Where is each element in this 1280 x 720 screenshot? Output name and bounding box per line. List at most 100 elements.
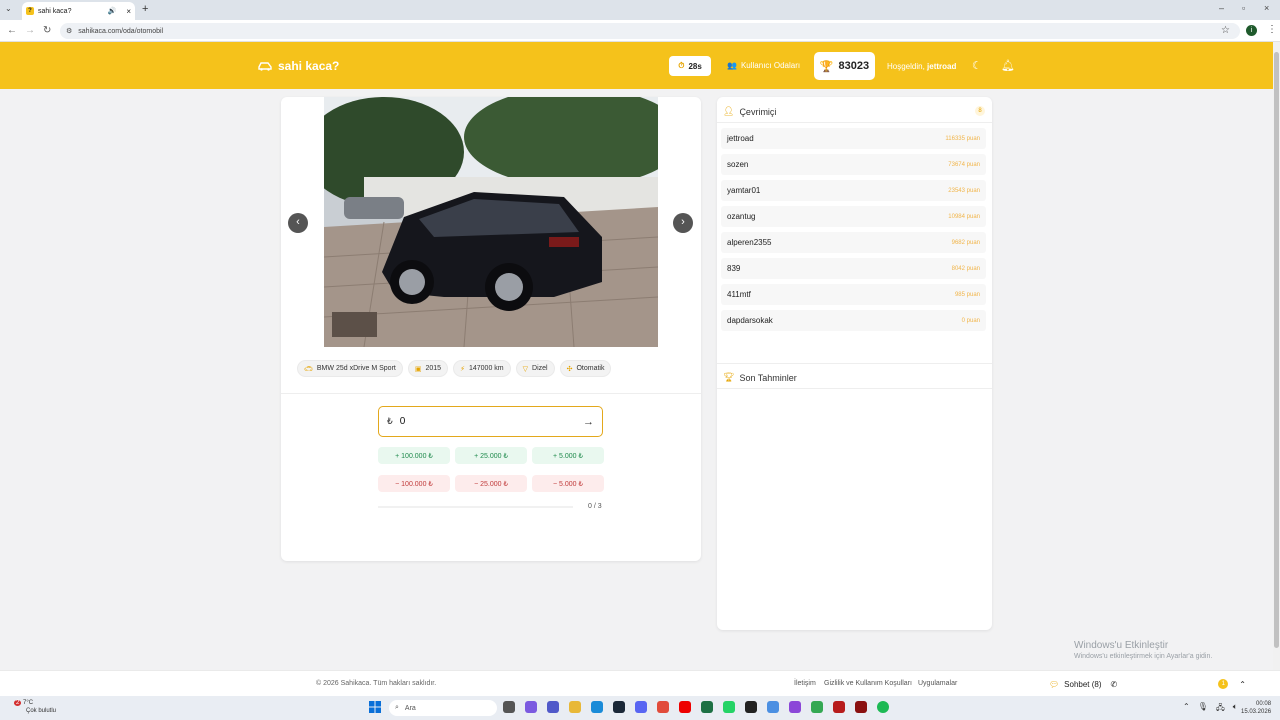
file-explorer-icon[interactable] bbox=[569, 701, 581, 713]
menu-icon[interactable]: ⋮ bbox=[1267, 24, 1277, 35]
list-item[interactable]: yamtar01 23543 puan bbox=[721, 180, 986, 201]
player-name: jettroad bbox=[727, 134, 754, 143]
weather-temp: 7°C bbox=[23, 700, 34, 706]
shield-icon[interactable] bbox=[855, 701, 867, 713]
list-item[interactable]: dapdarsokak 0 puan bbox=[721, 310, 986, 331]
username[interactable]: jettroad bbox=[927, 62, 956, 71]
microphone-icon[interactable]: 🎙︎ bbox=[1198, 702, 1208, 716]
game-card: ‹ › 🚗︎ BMW 25d xDrive M Sport ▣ 2015 ⚡︎ 147… bbox=[281, 97, 701, 561]
player-name: 839 bbox=[727, 264, 741, 273]
list-item[interactable]: sozen 73674 puan bbox=[721, 154, 986, 175]
page-scrollbar[interactable] bbox=[1273, 42, 1280, 670]
close-tab-icon[interactable]: × bbox=[126, 7, 131, 16]
clock-date: 15.03.2026 bbox=[1241, 709, 1272, 715]
search-icon: ⌕ bbox=[395, 704, 399, 711]
minimize-icon[interactable]: – bbox=[1219, 3, 1224, 13]
forward-icon[interactable]: → bbox=[25, 25, 35, 36]
dark-mode-icon[interactable]: ☾ bbox=[972, 59, 982, 72]
messenger-icon[interactable] bbox=[789, 701, 801, 713]
prev-photo-button[interactable]: ‹ bbox=[288, 213, 308, 233]
player-name: 411mtf bbox=[727, 290, 751, 299]
spotify-icon[interactable] bbox=[877, 701, 889, 713]
user-rooms-link[interactable]: 👥 Kullanıcı Odaları bbox=[727, 61, 800, 70]
subtract-5000-button[interactable]: − 5.000 ₺ bbox=[532, 475, 604, 492]
teams-icon[interactable] bbox=[547, 701, 559, 713]
add-25000-button[interactable]: + 25.000 ₺ bbox=[455, 447, 527, 464]
vpn-icon[interactable] bbox=[767, 701, 779, 713]
game-icon[interactable] bbox=[833, 701, 845, 713]
chrome-active-icon[interactable] bbox=[811, 701, 823, 713]
notification-bell-icon[interactable]: 🔔︎ bbox=[1001, 59, 1015, 72]
taskbar-clock[interactable]: 00:08 15.03.2026 bbox=[1241, 700, 1271, 716]
task-view-icon[interactable] bbox=[503, 701, 515, 713]
subtract-100000-button[interactable]: − 100.000 ₺ bbox=[378, 475, 450, 492]
recent-guesses-title: Son Tahminler bbox=[739, 372, 797, 383]
back-icon[interactable]: ← bbox=[7, 25, 17, 36]
new-tab-button[interactable]: + bbox=[142, 3, 148, 15]
trophy-icon: 🏆︎ bbox=[723, 372, 735, 382]
site-logo[interactable]: sahi kaca? bbox=[257, 59, 339, 73]
player-points: 0 puan bbox=[961, 317, 980, 324]
weather-desc: Çok bulutlu bbox=[26, 708, 57, 714]
volume-icon[interactable]: 🔈︎ bbox=[1233, 702, 1238, 716]
window-close-icon[interactable]: × bbox=[1264, 3, 1269, 13]
contact-link[interactable]: İletişim bbox=[794, 680, 816, 687]
browser-tab[interactable]: ? sahi kaca? 🔊 × bbox=[22, 2, 135, 20]
terminal-icon[interactable] bbox=[745, 701, 757, 713]
add-100000-button[interactable]: + 100.000 ₺ bbox=[378, 447, 450, 464]
edge-icon[interactable] bbox=[591, 701, 603, 713]
weather-widget[interactable]: 2 7°C Çok bulutlu bbox=[8, 699, 56, 715]
taskbar-search-label: Ara bbox=[404, 704, 416, 712]
youtube-icon[interactable] bbox=[679, 701, 691, 713]
list-item[interactable]: 839 8042 puan bbox=[721, 258, 986, 279]
site-info-icon[interactable]: ⚙ bbox=[66, 27, 72, 35]
gear-icon: ✣ bbox=[566, 365, 573, 373]
excel-icon[interactable] bbox=[701, 701, 713, 713]
decrease-buttons: − 100.000 ₺ − 25.000 ₺ − 5.000 ₺ bbox=[378, 475, 604, 492]
whatsapp-icon[interactable] bbox=[723, 701, 735, 713]
submit-arrow-icon[interactable]: → bbox=[583, 416, 594, 428]
player-name: alperen2355 bbox=[727, 238, 772, 247]
taskbar-search[interactable]: ⌕ Ara bbox=[389, 700, 497, 716]
increase-buttons: + 100.000 ₺ + 25.000 ₺ + 5.000 ₺ bbox=[378, 447, 604, 464]
list-item[interactable]: 411mtf 985 puan bbox=[721, 284, 986, 305]
steam-icon[interactable] bbox=[613, 701, 625, 713]
windows-taskbar: 2 7°C Çok bulutlu ⌕ Ara ⌃ 🎙︎ 🖧︎ 🔈︎ 00:08… bbox=[0, 696, 1280, 720]
divider bbox=[717, 388, 992, 389]
chevron-up-icon[interactable]: ⌃ bbox=[1239, 680, 1246, 689]
profile-avatar[interactable]: i bbox=[1246, 25, 1257, 36]
chrome-icon[interactable] bbox=[657, 701, 669, 713]
tray-overflow-icon[interactable]: ⌃ bbox=[1183, 702, 1190, 716]
list-item[interactable]: alperen2355 9682 puan bbox=[721, 232, 986, 253]
tab-search-icon[interactable]: ⌄ bbox=[5, 4, 12, 13]
player-points: 23543 puan bbox=[948, 187, 980, 194]
chat-bar[interactable]: 💬︎ Sohbet (8) ✆ 1 ⌃ bbox=[1040, 671, 1270, 697]
discord-icon[interactable] bbox=[635, 701, 647, 713]
system-tray: ⌃ 🎙︎ 🖧︎ 🔈︎ bbox=[1183, 702, 1238, 716]
price-guess-field[interactable]: ₺ → bbox=[378, 406, 603, 437]
chip-label: Dizel bbox=[532, 365, 548, 372]
chip-label: BMW 25d xDrive M Sport bbox=[316, 365, 396, 372]
car-photo bbox=[324, 97, 658, 347]
list-item[interactable]: ozantug 10984 puan bbox=[721, 206, 986, 227]
price-input[interactable] bbox=[399, 416, 560, 427]
list-item[interactable]: jettroad 116335 puan bbox=[721, 128, 986, 149]
network-icon[interactable]: 🖧︎ bbox=[1216, 702, 1225, 716]
phone-icon[interactable]: ✆ bbox=[1111, 680, 1118, 689]
speaker-icon[interactable]: 🔊 bbox=[108, 7, 117, 15]
windows-start-icon[interactable] bbox=[369, 701, 381, 713]
watermark-subtitle: Windows'u etkinleştirmek için Ayarlar'a … bbox=[1074, 653, 1213, 660]
reload-icon[interactable]: ↻ bbox=[43, 25, 51, 36]
next-photo-button[interactable]: › bbox=[673, 213, 693, 233]
bookmark-star-icon[interactable]: ☆ bbox=[1221, 25, 1230, 36]
address-bar[interactable]: ⚙ sahikaca.com/oda/otomobil bbox=[60, 23, 1240, 39]
scrollbar-thumb[interactable] bbox=[1274, 52, 1279, 648]
apps-link[interactable]: Uygulamalar bbox=[918, 680, 957, 687]
add-5000-button[interactable]: + 5.000 ₺ bbox=[532, 447, 604, 464]
gauge-icon: ⚡︎ bbox=[460, 365, 465, 373]
copilot-icon[interactable] bbox=[525, 701, 537, 713]
privacy-link[interactable]: Gizlilik ve Kullanım Koşulları bbox=[824, 680, 912, 687]
maximize-icon[interactable]: ▫ bbox=[1242, 3, 1245, 13]
subtract-25000-button[interactable]: − 25.000 ₺ bbox=[455, 475, 527, 492]
weather-badge: 2 bbox=[14, 700, 22, 706]
